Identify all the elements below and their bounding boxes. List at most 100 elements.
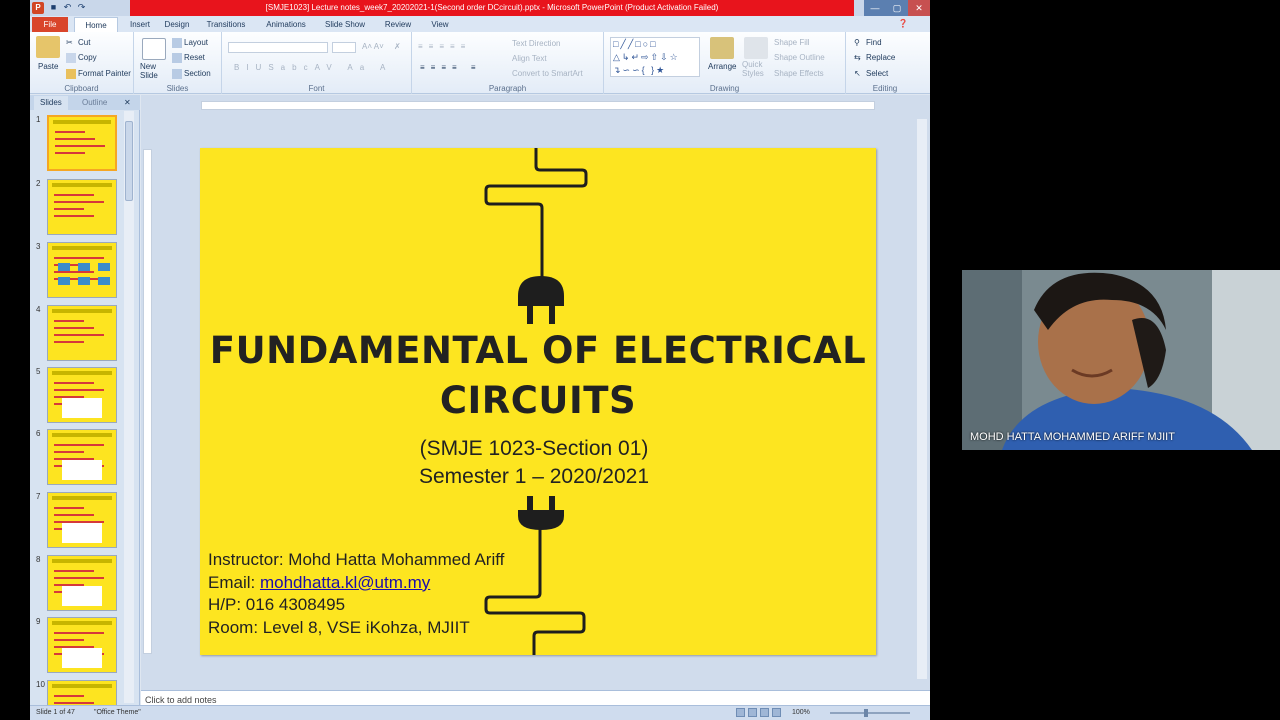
slideshow-view-icon[interactable] [772, 708, 781, 717]
screen: P ■ ↶ ↷ [SMJE1023] Lecture notes_week7_2… [0, 0, 1280, 720]
horizontal-ruler [201, 101, 875, 110]
slide-thumbnail-image[interactable] [47, 429, 117, 485]
slide-thumbnail[interactable]: 6 [30, 429, 130, 487]
drawing-group: □╱╱□○□ △↳↵⇨⇧⇩☆ ↴∽∽{ }★ Arrange Quick Style… [604, 32, 846, 94]
find-label: Find [866, 38, 882, 48]
shape-effects-button[interactable]: Shape Effects [774, 69, 824, 78]
find-icon: ⚲ [854, 38, 860, 47]
new-slide-icon[interactable] [142, 38, 166, 60]
font-style-buttons[interactable]: BIUSabcAV Aa A [234, 63, 392, 72]
editor-scrollbar[interactable] [917, 119, 927, 679]
clipboard-label: Clipboard [64, 84, 99, 93]
slide-thumbnail-image[interactable] [47, 305, 117, 361]
text-direction-button[interactable]: Text Direction [512, 39, 560, 48]
align-buttons[interactable]: ≡≡≡≡ ≡ [420, 63, 482, 72]
quick-styles-icon[interactable] [744, 37, 768, 59]
slide-thumbnail-image[interactable] [47, 555, 117, 611]
format-painter-label: Format Painter [78, 69, 131, 79]
tab-outline[interactable]: Outline [82, 96, 107, 110]
slide-thumbnail[interactable]: 5 [30, 367, 130, 425]
notes-pane[interactable]: Click to add notes [141, 690, 930, 705]
slide-thumbnail[interactable]: 4 [30, 305, 130, 363]
participant-video[interactable]: MOHD HATTA MOHAMMED ARIFF MJIIT [962, 270, 1280, 450]
thumbnail-scrollbar[interactable] [124, 111, 134, 703]
slide-thumbnail[interactable]: 1 [30, 115, 130, 173]
grow-font-icon[interactable]: A˄ A˅ [362, 42, 384, 51]
tab-home[interactable]: Home [74, 17, 118, 32]
slide-thumbnail[interactable]: 2 [30, 179, 130, 237]
slide-thumbnail-image[interactable] [47, 242, 117, 298]
close-icon[interactable]: ✕ [908, 0, 930, 16]
slide-thumbnail-image[interactable] [47, 115, 117, 171]
section-icon [172, 69, 182, 79]
tab-insert[interactable]: Insert [122, 17, 158, 32]
tab-transitions[interactable]: Transitions [200, 17, 252, 32]
powerpoint-icon[interactable]: P [32, 2, 44, 14]
format-painter-button[interactable]: Format Painter [66, 69, 131, 79]
slide-thumbnail-image[interactable] [47, 179, 117, 235]
instructor-info[interactable]: Instructor: Mohd Hatta Mohammed Ariff Em… [208, 549, 504, 639]
replace-button[interactable]: ⇆ Replace [854, 53, 895, 63]
align-text-button[interactable]: Align Text [512, 54, 547, 63]
convert-smartart-button[interactable]: Convert to SmartArt [512, 69, 583, 78]
zoom-slider-knob[interactable] [864, 709, 868, 717]
zoom-level[interactable]: 100% [792, 709, 810, 716]
shape-fill-button[interactable]: Shape Fill [774, 38, 810, 47]
section-button[interactable]: Section [172, 69, 211, 79]
save-icon[interactable]: ■ [48, 2, 59, 13]
normal-view-icon[interactable] [736, 708, 745, 717]
slide-thumbnail[interactable]: 9 [30, 617, 130, 675]
ribbon-tabs: File Home Insert Design Transitions Anim… [30, 16, 930, 32]
font-name-select[interactable] [228, 42, 328, 53]
undo-icon[interactable]: ↶ [62, 2, 73, 13]
copy-button[interactable]: Copy [66, 53, 97, 63]
clear-format-icon[interactable]: ✗ [394, 42, 401, 51]
slide-thumbnail-number: 9 [36, 617, 41, 626]
paste-button[interactable]: Paste [38, 62, 58, 71]
arrange-button[interactable]: Arrange [708, 62, 736, 71]
phone-line: H/P: 016 4308495 [208, 595, 346, 614]
slide-thumbnail[interactable]: 8 [30, 555, 130, 613]
layout-button[interactable]: Layout [172, 38, 208, 48]
quick-styles-button[interactable]: Quick Styles [742, 60, 770, 78]
slide-thumbnail[interactable]: 7 [30, 492, 130, 550]
email-link[interactable]: mohdhatta.kl@utm.my [260, 573, 430, 592]
slide-title[interactable]: FUNDAMENTAL OF ELECTRICAL CIRCUITS [200, 326, 876, 426]
help-icon[interactable]: ❓ [898, 19, 908, 28]
paste-icon[interactable] [36, 36, 60, 58]
cut-icon: ✂ [66, 38, 73, 47]
tab-animations[interactable]: Animations [260, 17, 312, 32]
reset-button[interactable]: Reset [172, 53, 205, 63]
slide-thumbnail[interactable]: 3 [30, 242, 130, 300]
slides-group: New Slide Layout Reset Section Slides [134, 32, 222, 94]
scrollbar-thumb[interactable] [125, 121, 133, 201]
tab-slides[interactable]: Slides [34, 96, 68, 110]
close-pane-icon[interactable]: ✕ [124, 96, 131, 110]
shape-outline-button[interactable]: Shape Outline [774, 53, 825, 62]
slide-thumbnail-image[interactable] [47, 367, 117, 423]
tab-file[interactable]: File [32, 17, 68, 32]
arrange-icon[interactable] [710, 37, 734, 59]
layout-icon [172, 38, 182, 48]
cut-button[interactable]: ✂ Cut [66, 38, 90, 48]
font-size-select[interactable] [332, 42, 356, 53]
minimize-icon[interactable]: — [864, 0, 886, 16]
sorter-view-icon[interactable] [748, 708, 757, 717]
slide-thumbnail-image[interactable] [47, 617, 117, 673]
select-button[interactable]: ↖ Select [854, 69, 888, 79]
new-slide-button[interactable]: New Slide [140, 62, 170, 80]
tab-slide-show[interactable]: Slide Show [320, 17, 370, 32]
redo-icon[interactable]: ↷ [76, 2, 87, 13]
tab-design[interactable]: Design [158, 17, 196, 32]
maximize-icon[interactable]: ▢ [886, 0, 908, 16]
shapes-gallery[interactable]: □╱╱□○□ △↳↵⇨⇧⇩☆ ↴∽∽{ }★ [610, 37, 700, 77]
tab-review[interactable]: Review [378, 17, 418, 32]
zoom-slider[interactable] [830, 712, 910, 714]
reading-view-icon[interactable] [760, 708, 769, 717]
current-slide[interactable]: FUNDAMENTAL OF ELECTRICAL CIRCUITS (SMJE… [200, 148, 876, 655]
list-buttons[interactable]: ≡≡≡≡≡ [418, 42, 471, 51]
find-button[interactable]: ⚲ Find [854, 38, 882, 48]
slide-subtitle[interactable]: (SMJE 1023-Section 01) Semester 1 – 2020… [200, 435, 868, 491]
slide-thumbnail-image[interactable] [47, 492, 117, 548]
tab-view[interactable]: View [424, 17, 456, 32]
